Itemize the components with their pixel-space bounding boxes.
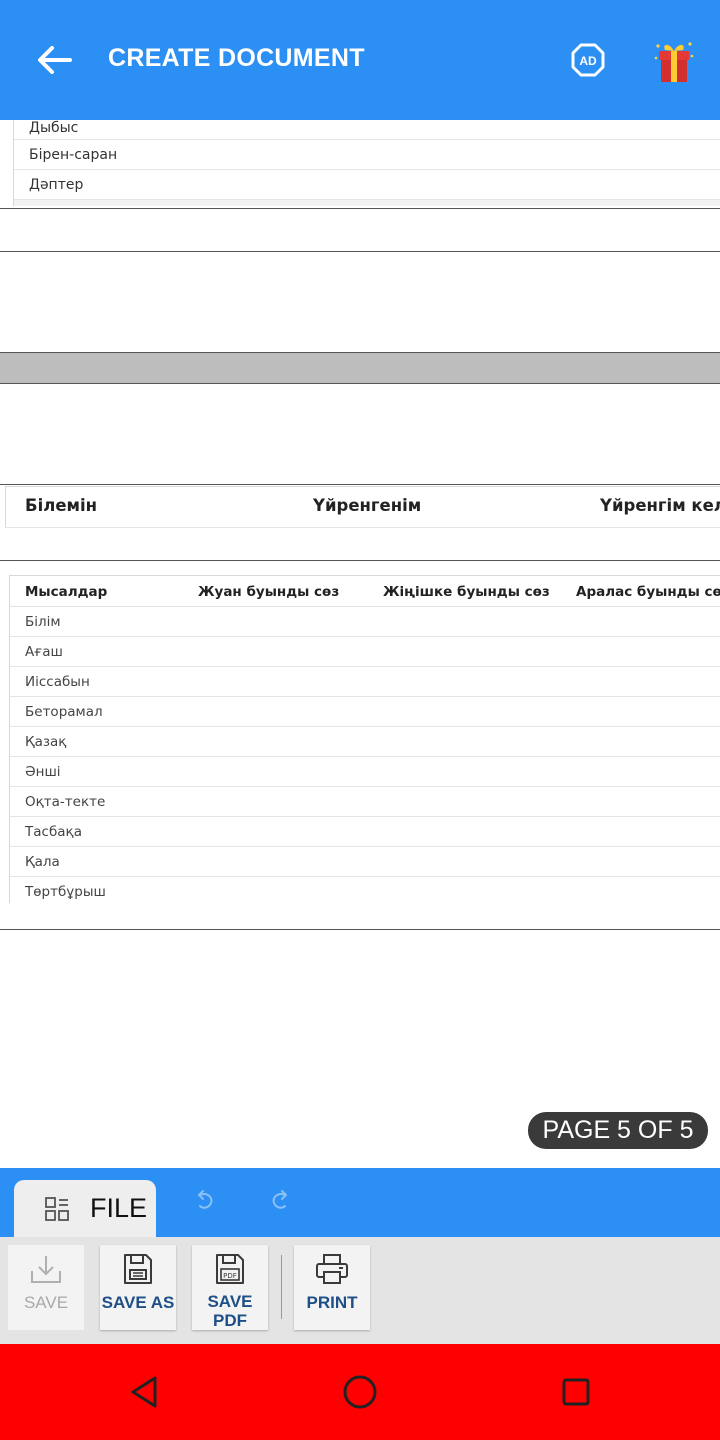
save-button-label: SAVE <box>23 1293 69 1312</box>
table-header-cell: Жуан буынды сөз <box>198 584 340 600</box>
download-save-icon <box>31 1256 61 1283</box>
page-divider <box>0 208 720 209</box>
floppy-disk-icon <box>124 1254 152 1284</box>
nav-recents-button[interactable] <box>552 1368 600 1416</box>
arrow-left-icon <box>38 46 72 74</box>
save-button[interactable]: SAVE <box>8 1245 84 1330</box>
tab-file-label: FILE <box>90 1193 148 1223</box>
table-header-cell: Үйренгім келе <box>600 496 720 515</box>
back-button[interactable] <box>22 36 86 84</box>
system-navigation-bar <box>0 1344 720 1440</box>
remove-ads-button[interactable]: AD <box>564 38 612 82</box>
save-as-button[interactable]: SAVE AS <box>100 1245 176 1330</box>
table-row: Білім <box>10 607 720 637</box>
nav-back-triangle-icon <box>131 1376 157 1408</box>
table-header-cell: Үйренгенім <box>313 496 422 515</box>
table-row: Ағаш <box>10 637 720 667</box>
page-divider <box>0 251 720 252</box>
svg-text:PDF: PDF <box>223 1272 237 1280</box>
save-pdf-button-label: SAVE PDF <box>207 1292 253 1330</box>
ad-label: AD <box>579 54 597 68</box>
gift-icon <box>654 42 694 82</box>
app-root: CREATE DOCUMENT AD Дыбыс Бірен-саран Дәп… <box>0 0 720 1440</box>
gift-button[interactable] <box>646 36 702 86</box>
file-toolbar: SAVE SAVE AS PDF SAVE PDF PRINT <box>0 1237 720 1344</box>
undo-button[interactable] <box>190 1186 220 1216</box>
nav-back-button[interactable] <box>120 1368 168 1416</box>
nav-home-button[interactable] <box>336 1368 384 1416</box>
document-canvas[interactable]: Дыбыс Бірен-саран Дәптер Білемін Үйренге… <box>0 120 720 1162</box>
table-header-row: Мысалдар Жуан буынды сөз Жіңішке буынды … <box>10 576 720 607</box>
table-row: Дыбыс <box>14 120 720 140</box>
words-table: Дыбыс Бірен-саран Дәптер <box>13 120 720 206</box>
top-app-bar: CREATE DOCUMENT AD <box>0 0 720 120</box>
table-row: Қазақ <box>10 727 720 757</box>
redo-button[interactable] <box>265 1186 295 1216</box>
page-indicator: PAGE 5 OF 5 <box>528 1112 708 1149</box>
remove-ads-icon: AD <box>571 43 605 77</box>
table-row: Бірен-саран <box>14 140 720 170</box>
print-button-label: PRINT <box>306 1293 358 1312</box>
print-button[interactable]: PRINT <box>294 1245 370 1330</box>
table-row: Қала <box>10 847 720 877</box>
page-divider <box>0 484 720 485</box>
table-header-cell: Мысалдар <box>25 584 108 600</box>
floppy-pdf-icon: PDF <box>216 1253 244 1284</box>
table-row: Иіссабын <box>10 667 720 697</box>
table-row: Әнші <box>10 757 720 787</box>
table-row: Тасбақа <box>10 817 720 847</box>
table-row: Оқта-текте <box>10 787 720 817</box>
toolbar-separator <box>281 1255 282 1319</box>
page-separator-band <box>0 352 720 384</box>
page-title: CREATE DOCUMENT <box>108 44 365 72</box>
table-row: Бетoрамал <box>10 697 720 727</box>
table-overflow-edge <box>14 200 720 206</box>
kwl-table: Білемін Үйренгенім Үйренгім келе <box>5 486 720 528</box>
save-pdf-button[interactable]: PDF SAVE PDF <box>192 1245 268 1330</box>
nav-home-circle-icon <box>343 1375 377 1409</box>
table-header-cell: Жіңішке буынды сөз <box>383 584 550 600</box>
tab-file[interactable]: FILE <box>14 1180 156 1237</box>
printer-icon <box>316 1254 348 1284</box>
table-row: Дәптер <box>14 170 720 200</box>
syllable-examples-table: Мысалдар Жуан буынды сөз Жіңішке буынды … <box>9 575 720 903</box>
ribbon-tab-bar: FILE <box>0 1168 720 1237</box>
page-divider <box>0 560 720 561</box>
table-header-cell: Білемін <box>25 496 98 515</box>
grid-list-icon <box>45 1196 69 1221</box>
table-header-cell: Аралас буынды сөз <box>576 584 720 600</box>
table-row: Төртбұрыш <box>25 884 106 900</box>
redo-icon <box>272 1190 287 1209</box>
nav-recents-square-icon <box>562 1378 590 1406</box>
save-as-button-label: SAVE AS <box>101 1293 175 1312</box>
undo-icon <box>198 1190 213 1209</box>
page-divider <box>0 929 720 930</box>
